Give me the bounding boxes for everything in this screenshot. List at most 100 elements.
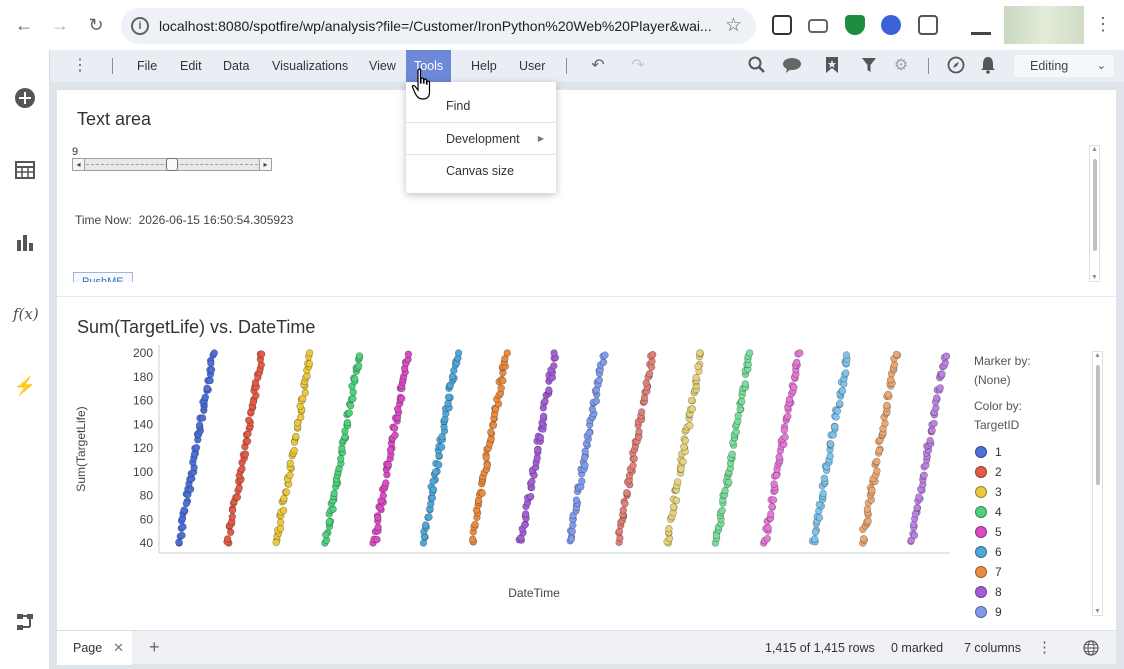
scatter-point[interactable] (478, 489, 486, 497)
data-table-icon[interactable] (13, 158, 37, 182)
menu-user[interactable]: User (511, 50, 553, 82)
scatter-point[interactable] (349, 388, 357, 396)
menu-data[interactable]: Data (215, 50, 257, 82)
scatter-point[interactable] (179, 523, 187, 531)
scatter-point[interactable] (305, 359, 314, 368)
bookmark-star-icon[interactable]: ☆ (725, 14, 742, 37)
scatter-point[interactable] (725, 478, 733, 486)
series-1-points[interactable] (175, 349, 219, 547)
scatter-point[interactable] (249, 398, 258, 406)
series-7-points[interactable] (469, 349, 511, 546)
series-12-points[interactable] (711, 349, 754, 547)
scatter-point[interactable] (745, 349, 754, 357)
scatter-point[interactable] (875, 446, 883, 455)
scatter-point[interactable] (192, 443, 201, 452)
scatter-point[interactable] (276, 524, 285, 533)
scatter-point[interactable] (763, 534, 771, 543)
scatter-point[interactable] (322, 531, 330, 539)
series-5-points[interactable] (369, 350, 413, 547)
scatter-point[interactable] (688, 405, 696, 413)
scatter-point[interactable] (601, 351, 609, 359)
scatter-point[interactable] (637, 408, 646, 416)
legend-entry[interactable]: 4 (974, 502, 1074, 522)
scatter-point[interactable] (386, 446, 395, 454)
scatter-point[interactable] (469, 535, 477, 544)
scatter-point[interactable] (629, 462, 637, 470)
scatter-point[interactable] (483, 461, 492, 470)
bookmark-icon[interactable] (822, 56, 842, 76)
scatter-point[interactable] (422, 521, 430, 529)
scatter-point[interactable] (207, 366, 216, 374)
scatter-point[interactable] (796, 349, 804, 357)
scatter-point[interactable] (792, 358, 801, 367)
scatter-point[interactable] (245, 416, 253, 425)
scatter-point[interactable] (497, 384, 505, 392)
scatter-point[interactable] (398, 394, 406, 403)
scatter-point[interactable] (198, 414, 207, 422)
scatter-point[interactable] (391, 431, 399, 440)
profile-avatar[interactable] (1004, 6, 1084, 44)
scatter-point[interactable] (534, 446, 542, 454)
status-menu-icon[interactable]: ⋮ (1037, 631, 1052, 664)
scatter-point[interactable] (790, 383, 798, 392)
scatter-point[interactable] (301, 389, 310, 397)
forward-icon[interactable]: → (48, 13, 72, 37)
series-4-points[interactable] (321, 352, 364, 547)
scatter-point[interactable] (892, 350, 901, 359)
scatter-point[interactable] (297, 413, 305, 421)
scatter-point[interactable] (384, 460, 392, 469)
site-info-icon[interactable]: i (131, 17, 149, 35)
series-10-points[interactable] (615, 351, 657, 547)
scatter-point[interactable] (272, 538, 280, 547)
notifications-bell-icon[interactable] (978, 56, 998, 76)
scatter-point[interactable] (826, 440, 835, 448)
slider-thumb[interactable] (166, 158, 178, 171)
scatter-point[interactable] (522, 510, 530, 518)
scatter-point[interactable] (196, 421, 204, 429)
search-icon[interactable] (747, 56, 767, 76)
scatter-point[interactable] (595, 376, 603, 384)
scatter-point[interactable] (431, 468, 440, 476)
scatter-point[interactable] (938, 370, 946, 378)
scatter-point[interactable] (282, 488, 291, 496)
scatter-point[interactable] (435, 461, 443, 469)
menu-file[interactable]: File (129, 50, 165, 82)
scatter-point[interactable] (337, 455, 345, 463)
menu-item-canvas-size[interactable]: Canvas size (406, 154, 556, 186)
scatter-point[interactable] (343, 418, 352, 427)
scatter-point[interactable] (425, 513, 433, 521)
scatter-point[interactable] (499, 377, 507, 385)
scatter-point[interactable] (206, 376, 214, 385)
scatter-point[interactable] (503, 349, 511, 357)
scatter-point[interactable] (567, 535, 576, 543)
scatter-point[interactable] (883, 401, 891, 410)
scatter-point[interactable] (930, 419, 938, 428)
lightning-icon[interactable]: ⚡ (13, 374, 37, 398)
scatter-point[interactable] (819, 489, 827, 498)
scatter-point[interactable] (734, 412, 742, 420)
scatter-point[interactable] (228, 506, 237, 514)
menu-edit[interactable]: Edit (172, 50, 210, 82)
scatter-point[interactable] (648, 351, 657, 359)
series-6-points[interactable] (419, 349, 463, 547)
scatter-point[interactable] (820, 474, 828, 483)
legend-color-value[interactable]: TargetID (974, 416, 1074, 435)
scatter-point[interactable] (780, 426, 788, 434)
scatter-plot[interactable]: 40 60 80 100 120 140 160 180 200 Sum(TargetLife) D… (57, 337, 962, 627)
scatter-point[interactable] (180, 506, 188, 514)
scatter-point[interactable] (669, 503, 678, 511)
scatter-point[interactable] (619, 506, 627, 514)
main-menu-icon[interactable]: ⋮ (70, 56, 90, 76)
scatter-point[interactable] (737, 397, 746, 406)
scatter-point[interactable] (305, 349, 314, 357)
undo-icon[interactable]: ↶ (588, 56, 608, 76)
scatter-point[interactable] (764, 524, 772, 532)
scatter-point[interactable] (770, 480, 778, 488)
scatter-point[interactable] (286, 471, 294, 479)
scatter-point[interactable] (374, 523, 382, 532)
scatter-point[interactable] (910, 531, 919, 540)
scatter-point[interactable] (379, 492, 387, 500)
scatter-point[interactable] (692, 373, 700, 382)
scatter-point[interactable] (835, 399, 844, 408)
scatter-point[interactable] (373, 535, 381, 544)
